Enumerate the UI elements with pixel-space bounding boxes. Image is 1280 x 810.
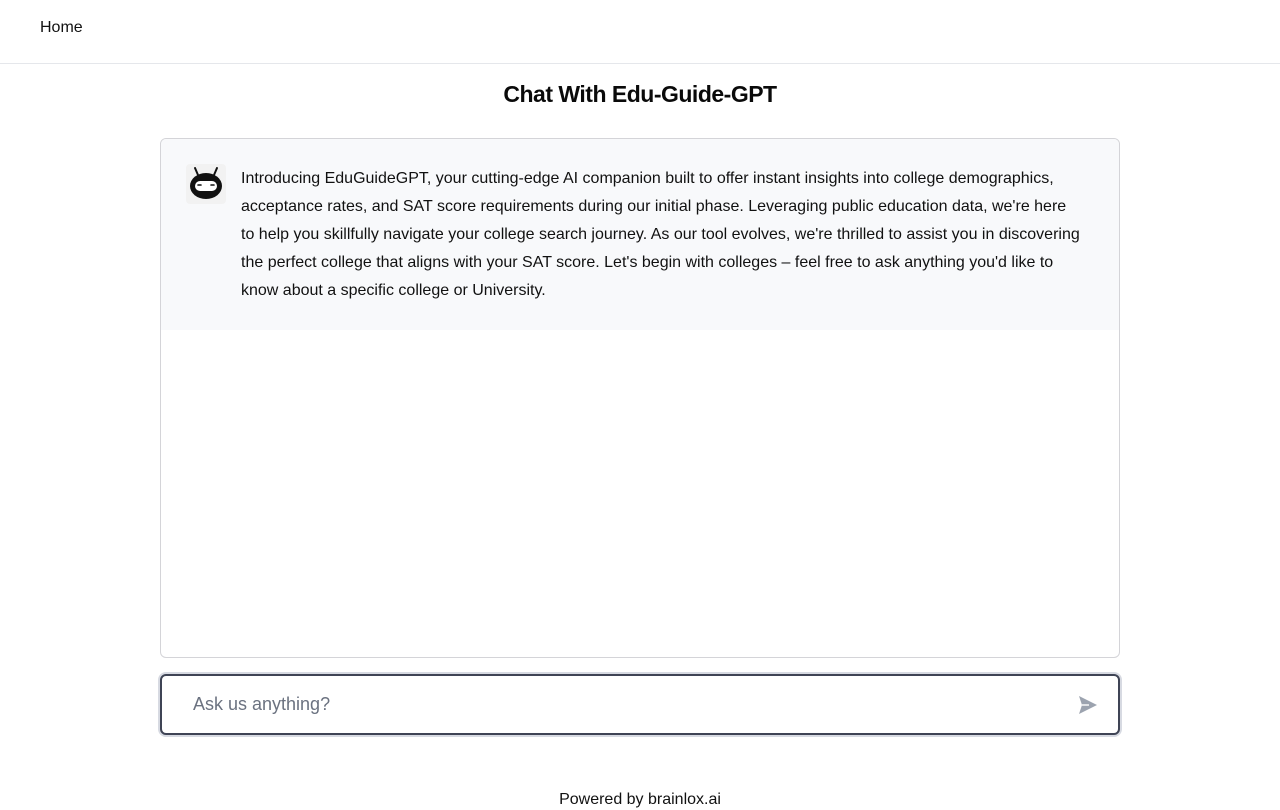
message-text: Introducing EduGuideGPT, your cutting-ed…	[241, 170, 1080, 299]
nav-home-link[interactable]: Home	[40, 18, 83, 38]
chat-input[interactable]	[162, 676, 1052, 733]
chat-window[interactable]: Introducing EduGuideGPT, your cutting-ed…	[160, 138, 1120, 658]
send-button[interactable]	[1076, 693, 1100, 717]
assistant-message: Introducing EduGuideGPT, your cutting-ed…	[161, 139, 1119, 330]
send-icon	[1079, 696, 1097, 714]
robot-icon	[186, 164, 226, 204]
page-title: Chat With Edu-Guide-GPT	[503, 81, 777, 107]
footer-powered-by: Powered by brainlox.ai	[559, 791, 721, 808]
message-composer	[160, 674, 1120, 735]
top-navigation: Home	[0, 0, 1280, 64]
